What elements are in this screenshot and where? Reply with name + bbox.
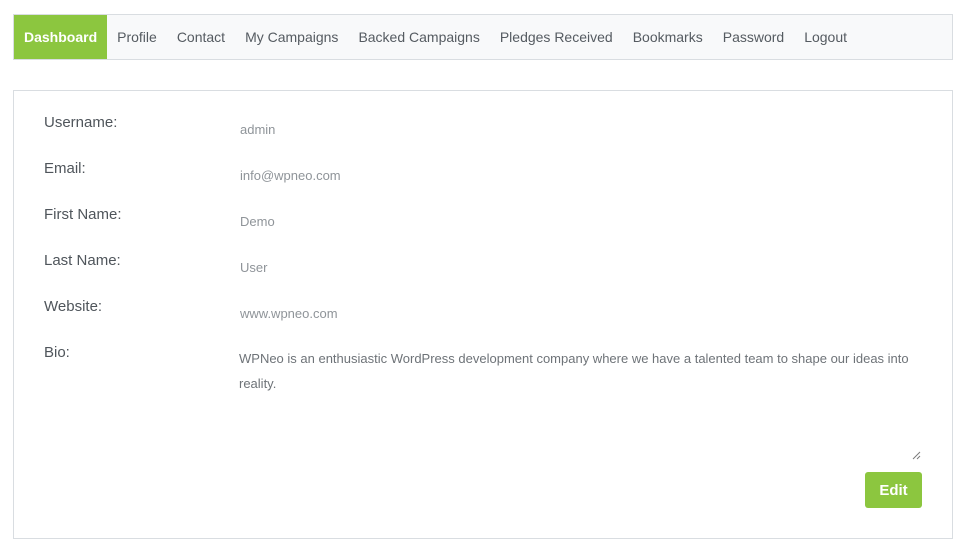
nav-item-logout[interactable]: Logout xyxy=(794,15,857,59)
username-label: Username: xyxy=(44,114,118,131)
resize-grip-icon[interactable] xyxy=(911,450,921,460)
nav-item-bookmarks[interactable]: Bookmarks xyxy=(623,15,713,59)
nav-item-profile[interactable]: Profile xyxy=(107,15,167,59)
last-name-label: Last Name: xyxy=(44,252,121,269)
bio-label: Bio: xyxy=(44,344,70,361)
email-label: Email: xyxy=(44,160,86,177)
profile-panel: Username: admin Email: info@wpneo.com Fi… xyxy=(13,90,953,539)
last-name-value: User xyxy=(240,260,268,275)
nav-item-password[interactable]: Password xyxy=(713,15,794,59)
first-name-value: Demo xyxy=(240,214,275,229)
nav-item-contact[interactable]: Contact xyxy=(167,15,235,59)
nav-item-my-campaigns[interactable]: My Campaigns xyxy=(235,15,348,59)
nav-item-backed-campaigns[interactable]: Backed Campaigns xyxy=(348,15,489,59)
email-value: info@wpneo.com xyxy=(240,168,341,183)
nav-item-dashboard[interactable]: Dashboard xyxy=(14,15,108,59)
website-value: www.wpneo.com xyxy=(240,306,338,321)
username-value: admin xyxy=(240,122,276,137)
bio-textarea[interactable]: WPNeo is an enthusiastic WordPress devel… xyxy=(239,346,921,460)
nav-item-pledges-received[interactable]: Pledges Received xyxy=(490,15,623,59)
bio-text: WPNeo is an enthusiastic WordPress devel… xyxy=(239,351,909,391)
first-name-label: First Name: xyxy=(44,206,122,223)
edit-button[interactable]: Edit xyxy=(865,472,922,508)
website-label: Website: xyxy=(44,298,103,315)
dashboard-nav: Dashboard Profile Contact My Campaigns B… xyxy=(13,14,953,60)
